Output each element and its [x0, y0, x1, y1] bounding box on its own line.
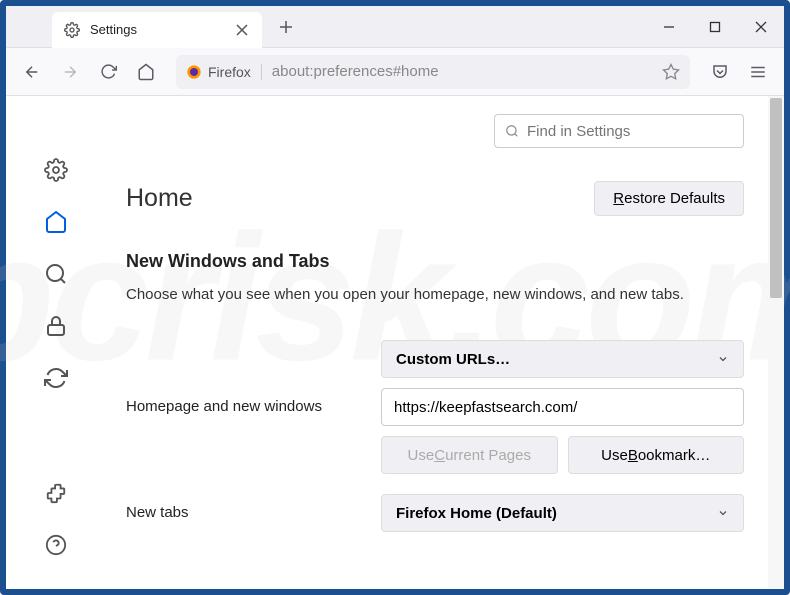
pocket-button[interactable] [704, 56, 736, 88]
page-title: Home [126, 184, 193, 213]
sidebar-help[interactable] [42, 531, 70, 559]
scrollbar-thumb[interactable] [770, 98, 782, 298]
back-button[interactable] [16, 56, 48, 88]
sidebar-search[interactable] [42, 260, 70, 288]
menu-button[interactable] [742, 56, 774, 88]
sidebar-home[interactable] [42, 208, 70, 236]
sidebar-general[interactable] [42, 156, 70, 184]
new-tab-button[interactable] [272, 13, 300, 41]
titlebar: Settings [6, 6, 784, 48]
settings-search[interactable] [494, 114, 744, 148]
section-desc: Choose what you see when you open your h… [126, 284, 744, 305]
chevron-down-icon [717, 353, 729, 365]
close-tab-icon[interactable] [234, 22, 250, 38]
newtabs-label: New tabs [126, 494, 381, 521]
newtabs-value: Firefox Home (Default) [396, 505, 557, 522]
search-icon [505, 124, 519, 138]
section-title: New Windows and Tabs [126, 251, 744, 272]
browser-tab[interactable]: Settings [52, 12, 262, 48]
homepage-mode-select[interactable]: Custom URLs… [381, 340, 744, 378]
settings-sidebar [6, 96, 106, 589]
homepage-url-input[interactable] [381, 388, 744, 426]
url-bar[interactable]: Firefox about:preferences#home [176, 55, 690, 89]
maximize-button[interactable] [692, 6, 738, 48]
sidebar-sync[interactable] [42, 364, 70, 392]
forward-button[interactable] [54, 56, 86, 88]
tab-title: Settings [90, 22, 224, 37]
firefox-identity: Firefox [186, 64, 262, 80]
scrollbar[interactable] [768, 96, 784, 589]
use-current-pages-button[interactable]: Use Current Pages [381, 436, 558, 474]
bookmark-star-icon[interactable] [662, 63, 680, 81]
homepage-label: Homepage and new windows [126, 388, 381, 415]
url-text: about:preferences#home [272, 63, 439, 80]
firefox-icon [186, 64, 202, 80]
sidebar-extensions[interactable] [42, 479, 70, 507]
reload-button[interactable] [92, 56, 124, 88]
use-bookmark-button[interactable]: Use Bookmark… [568, 436, 745, 474]
settings-main: Home Restore Defaults New Windows and Ta… [106, 96, 784, 589]
homepage-mode-value: Custom URLs… [396, 351, 510, 368]
home-button[interactable] [130, 56, 162, 88]
sidebar-privacy[interactable] [42, 312, 70, 340]
firefox-label: Firefox [208, 64, 251, 80]
restore-defaults-button[interactable]: Restore Defaults [594, 181, 744, 216]
newtabs-select[interactable]: Firefox Home (Default) [381, 494, 744, 532]
close-window-button[interactable] [738, 6, 784, 48]
gear-icon [64, 22, 80, 38]
nav-toolbar: Firefox about:preferences#home [6, 48, 784, 96]
settings-search-input[interactable] [527, 123, 733, 140]
chevron-down-icon [717, 507, 729, 519]
minimize-button[interactable] [646, 6, 692, 48]
